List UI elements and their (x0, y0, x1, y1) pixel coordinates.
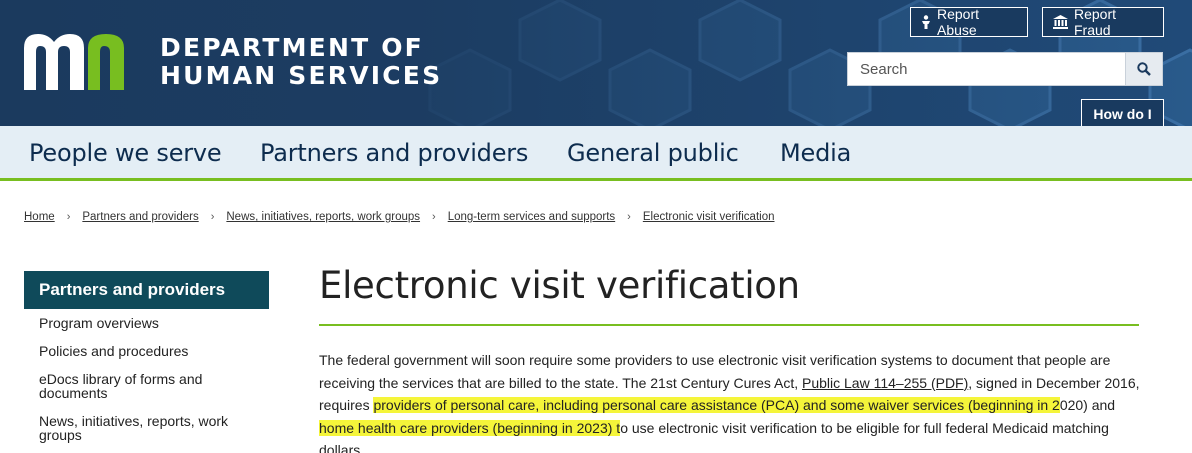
nav-partners-and-providers[interactable]: Partners and providers (260, 139, 528, 167)
breadcrumb-separator: › (66, 211, 71, 223)
highlighted-text-home-health: home health care providers (beginning in… (319, 419, 621, 436)
breadcrumb-home[interactable]: Home (24, 211, 55, 223)
page-title: Electronic visit verification (319, 264, 800, 307)
search-input[interactable] (847, 52, 1125, 86)
breadcrumb-separator: › (432, 211, 436, 223)
breadcrumb-separator: › (210, 211, 215, 223)
main-nav: People we serve Partners and providers G… (0, 126, 1192, 181)
breadcrumb-electronic-visit-verification[interactable]: Electronic visit verification (643, 211, 775, 223)
sidebar-item-program-overviews[interactable]: Program overviews (39, 316, 239, 330)
sidebar-item-policies-and-procedures[interactable]: Policies and procedures (39, 344, 239, 358)
mn-logo[interactable] (24, 30, 144, 90)
nav-people-we-serve[interactable]: People we serve (29, 139, 222, 167)
sidebar-item-edocs-library[interactable]: eDocs library of forms and documents (39, 372, 239, 400)
sidebar-title[interactable]: Partners and providers (24, 271, 269, 309)
search-bar (847, 52, 1163, 86)
breadcrumb-partners-and-providers[interactable]: Partners and providers (82, 211, 198, 223)
report-abuse-label: Report Abuse (937, 6, 980, 38)
search-icon (1137, 62, 1151, 76)
breadcrumb: Home › Partners and providers › News, in… (24, 211, 775, 223)
site-header: DEPARTMENT OF HUMAN SERVICES Report Abus… (0, 0, 1192, 126)
nav-general-public[interactable]: General public (567, 139, 739, 167)
intro-text-3: 020) and (1059, 397, 1116, 413)
sidebar-item-news-initiatives[interactable]: News, initiatives, reports, work groups (39, 414, 239, 442)
bank-icon (1053, 15, 1068, 29)
report-fraud-label: Report Fraud (1074, 6, 1117, 38)
how-do-i-button[interactable]: How do I (1081, 99, 1164, 126)
highlighted-text-personal-care: providers of personal care, including pe… (373, 397, 1060, 413)
department-title[interactable]: DEPARTMENT OF HUMAN SERVICES (160, 34, 442, 90)
nav-media[interactable]: Media (780, 139, 851, 167)
title-divider (319, 324, 1139, 326)
department-title-line1: DEPARTMENT OF (160, 33, 424, 62)
search-button[interactable] (1125, 52, 1163, 86)
breadcrumb-news-initiatives[interactable]: News, initiatives, reports, work groups (226, 211, 420, 223)
breadcrumb-separator: › (627, 211, 631, 223)
report-fraud-button[interactable]: Report Fraud (1042, 6, 1164, 38)
report-abuse-button[interactable]: Report Abuse (910, 6, 1028, 38)
intro-paragraph: The federal government will soon require… (319, 349, 1149, 453)
department-title-line2: HUMAN SERVICES (160, 61, 443, 90)
person-icon (922, 15, 930, 29)
breadcrumb-long-term-services[interactable]: Long-term services and supports (448, 211, 615, 223)
public-law-link[interactable]: Public Law 114–255 (PDF) (802, 375, 968, 391)
